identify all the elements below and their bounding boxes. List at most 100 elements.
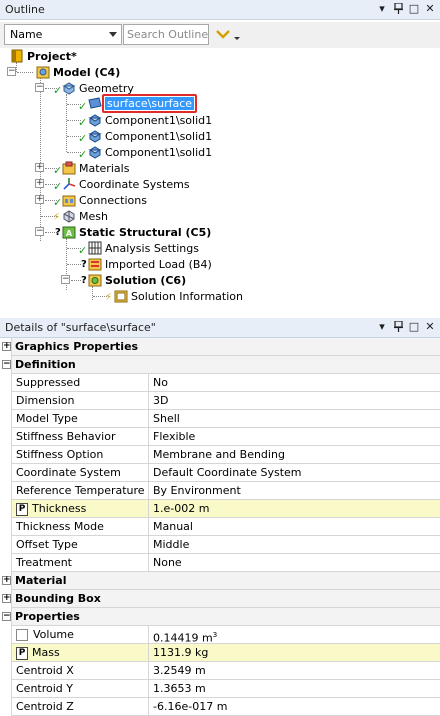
parameter-badge[interactable]: P bbox=[16, 646, 28, 660]
details-category[interactable]: − Properties bbox=[0, 608, 440, 626]
details-category[interactable]: − Definition bbox=[0, 356, 440, 374]
details-value[interactable]: Shell bbox=[149, 410, 440, 427]
collapse-toggle[interactable]: − bbox=[2, 612, 11, 621]
materials-icon bbox=[62, 161, 76, 175]
unit-exponent: 3 bbox=[212, 631, 218, 639]
tree-item-analysis-settings[interactable]: Analysis Settings bbox=[88, 240, 199, 256]
details-value[interactable]: 3.2549 m bbox=[149, 662, 440, 679]
filter-select[interactable]: Name bbox=[4, 24, 122, 45]
details-key-label: Stiffness Behavior bbox=[16, 430, 116, 443]
close-icon[interactable]: ✕ bbox=[424, 2, 436, 16]
collapse-toggle[interactable]: − bbox=[2, 360, 11, 369]
details-titlebar: Details of "surface\surface" ▾ □ ✕ bbox=[0, 318, 440, 338]
details-row[interactable]: Dimension 3D bbox=[0, 392, 440, 410]
filter-select-value: Name bbox=[10, 28, 43, 41]
details-value-label: Shell bbox=[153, 412, 180, 425]
details-row[interactable]: Thickness Mode Manual bbox=[0, 518, 440, 536]
details-row[interactable]: Centroid X 3.2549 m bbox=[0, 662, 440, 680]
details-value[interactable]: Flexible bbox=[149, 428, 440, 445]
details-row[interactable]: Model Type Shell bbox=[0, 410, 440, 428]
expand-toggle[interactable]: + bbox=[2, 576, 11, 585]
maximize-icon[interactable]: □ bbox=[408, 2, 420, 16]
outline-title: Outline bbox=[5, 3, 45, 16]
details-key-label: Centroid Z bbox=[16, 700, 74, 713]
tree-item-connections[interactable]: Connections bbox=[62, 192, 147, 208]
details-key: P Mass bbox=[12, 644, 149, 661]
svg-text:A: A bbox=[66, 229, 73, 238]
details-row[interactable]: Treatment None bbox=[0, 554, 440, 572]
details-category[interactable]: + Bounding Box bbox=[0, 590, 440, 608]
details-value-label: Middle bbox=[153, 538, 190, 551]
tree-item-materials[interactable]: Materials bbox=[62, 160, 129, 176]
expand-toggle[interactable]: + bbox=[2, 342, 11, 351]
expand-tree-button[interactable] bbox=[214, 25, 246, 45]
details-value[interactable]: None bbox=[149, 554, 440, 571]
details-row[interactable]: Stiffness Option Membrane and Bending bbox=[0, 446, 440, 464]
tree-item-component-2[interactable]: Component1\solid1 bbox=[88, 128, 212, 144]
details-row[interactable]: Volume 0.14419 m3 bbox=[0, 626, 440, 645]
collapse-toggle[interactable]: − bbox=[35, 227, 44, 236]
parameter-checkbox[interactable] bbox=[16, 629, 28, 641]
details-value[interactable]: 3D bbox=[149, 392, 440, 409]
tree-item-surface[interactable]: surface\surface bbox=[88, 93, 198, 113]
details-row[interactable]: P Thickness 1.e-002 m bbox=[0, 500, 440, 518]
details-category-label: Graphics Properties bbox=[15, 340, 139, 353]
details-value[interactable]: Default Coordinate System bbox=[149, 464, 440, 481]
tree-item-model[interactable]: Model (C4) bbox=[36, 64, 120, 80]
details-value[interactable]: No bbox=[149, 374, 440, 391]
details-row[interactable]: Centroid Y 1.3653 m bbox=[0, 680, 440, 698]
details-row[interactable]: Offset Type Middle bbox=[0, 536, 440, 554]
chevron-down-icon bbox=[109, 32, 117, 37]
expand-toggle[interactable]: + bbox=[35, 163, 44, 172]
parameter-badge[interactable]: P bbox=[16, 502, 28, 516]
details-value[interactable]: Middle bbox=[149, 536, 440, 553]
details-value[interactable]: 1.3653 m bbox=[149, 680, 440, 697]
details-value[interactable]: By Environment bbox=[149, 482, 440, 499]
details-key: Volume bbox=[12, 626, 149, 643]
tree-item-imported-load[interactable]: Imported Load (B4) bbox=[88, 256, 212, 272]
details-value[interactable]: Membrane and Bending bbox=[149, 446, 440, 463]
details-value-label: 1131.9 kg bbox=[153, 646, 209, 659]
pin-icon[interactable] bbox=[392, 2, 404, 16]
tree-item-mesh[interactable]: Mesh bbox=[62, 208, 108, 224]
expand-toggle[interactable]: + bbox=[2, 594, 11, 603]
search-input[interactable] bbox=[123, 24, 209, 45]
maximize-icon[interactable]: □ bbox=[408, 320, 420, 334]
expand-toggle[interactable]: + bbox=[35, 195, 44, 204]
tree-item-component-3[interactable]: Component1\solid1 bbox=[88, 144, 212, 160]
details-key-label: Model Type bbox=[16, 412, 78, 425]
tree-item-coordinate-systems[interactable]: Coordinate Systems bbox=[62, 176, 190, 192]
collapse-toggle[interactable]: − bbox=[61, 275, 70, 284]
collapse-toggle[interactable]: − bbox=[35, 83, 44, 92]
analysis-settings-icon bbox=[88, 241, 102, 255]
details-value[interactable]: 0.14419 m3 bbox=[149, 626, 440, 645]
details-value[interactable]: 1.e-002 m bbox=[149, 500, 440, 517]
details-value[interactable]: Manual bbox=[149, 518, 440, 535]
details-category[interactable]: + Material bbox=[0, 572, 440, 590]
details-row[interactable]: P Mass 1131.9 kg bbox=[0, 644, 440, 662]
dropdown-icon[interactable]: ▾ bbox=[376, 320, 388, 334]
collapse-toggle[interactable]: − bbox=[7, 67, 16, 76]
details-key: Stiffness Behavior bbox=[12, 428, 149, 445]
details-value[interactable]: -6.16e-017 m bbox=[149, 698, 440, 715]
expand-toggle[interactable]: + bbox=[35, 179, 44, 188]
tree-item-solution[interactable]: Solution (C6) bbox=[88, 272, 186, 288]
details-value[interactable]: 1131.9 kg bbox=[149, 644, 440, 661]
question-mark-icon: ? bbox=[81, 275, 87, 286]
mesh-icon bbox=[62, 209, 76, 223]
tree-item-component-1[interactable]: Component1\solid1 bbox=[88, 112, 212, 128]
details-row[interactable]: Coordinate System Default Coordinate Syst… bbox=[0, 464, 440, 482]
details-row[interactable]: Suppressed No bbox=[0, 374, 440, 392]
selection-highlight: surface\surface bbox=[102, 93, 198, 113]
details-key-label: Dimension bbox=[16, 394, 75, 407]
dropdown-icon[interactable]: ▾ bbox=[376, 2, 388, 16]
tree-item-project[interactable]: Project* bbox=[10, 48, 77, 64]
tree-item-static-structural[interactable]: A Static Structural (C5) bbox=[62, 224, 211, 240]
details-category[interactable]: + Graphics Properties bbox=[0, 338, 440, 356]
details-row[interactable]: Stiffness Behavior Flexible bbox=[0, 428, 440, 446]
tree-item-solution-information[interactable]: Solution Information bbox=[114, 288, 243, 304]
details-row[interactable]: Centroid Z -6.16e-017 m bbox=[0, 698, 440, 716]
pin-icon[interactable] bbox=[392, 320, 404, 334]
close-icon[interactable]: ✕ bbox=[424, 320, 436, 334]
details-row[interactable]: Reference Temperature By Environment bbox=[0, 482, 440, 500]
